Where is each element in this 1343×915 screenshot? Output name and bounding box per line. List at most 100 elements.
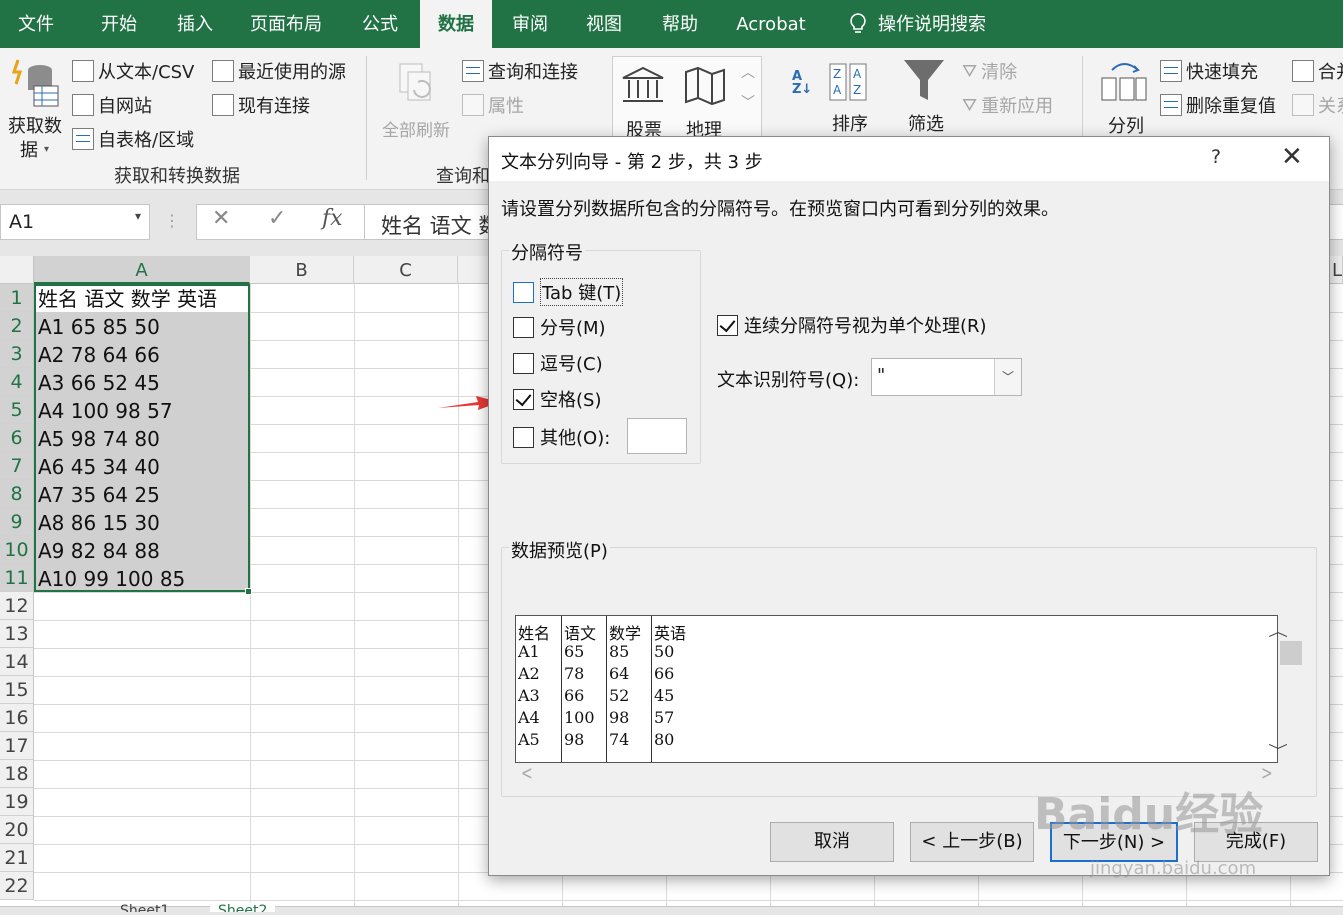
tab-delimiter-checkbox[interactable]: Tab 键(T) (513, 278, 624, 306)
name-box[interactable]: A1 ▾ (0, 204, 150, 240)
help-icon[interactable]: ? (1211, 146, 1221, 168)
row-header[interactable]: 13 (0, 620, 34, 648)
checkbox-box[interactable] (513, 352, 534, 374)
gallery-up-icon[interactable]: ︿ (736, 62, 760, 90)
tell-me-search[interactable]: 操作说明搜索 (878, 0, 1018, 48)
consolidate-button[interactable]: 合并 (1292, 58, 1343, 84)
existing-connections-button[interactable]: 现有连接 (212, 92, 310, 118)
row-header[interactable]: 5 (0, 396, 34, 424)
tab-view[interactable]: 视图 (568, 0, 640, 48)
row-header[interactable]: 2 (0, 312, 34, 340)
row-header[interactable]: 10 (0, 536, 34, 564)
text-qualifier-select[interactable]: " ﹀ (871, 358, 1022, 396)
other-delimiter-input[interactable] (627, 418, 687, 454)
row-header[interactable]: 1 (0, 284, 34, 312)
fill-handle[interactable] (245, 588, 252, 595)
tab-insert[interactable]: 插入 (158, 0, 232, 48)
checkbox-box[interactable] (513, 316, 534, 338)
checkbox-checked-icon[interactable] (513, 388, 534, 410)
row-header[interactable]: 19 (0, 788, 34, 816)
flash-fill-button[interactable]: 快速填充 (1160, 58, 1258, 84)
chevron-down-icon[interactable]: ▾ (135, 209, 141, 223)
cell[interactable]: A3 66 52 45 (38, 368, 160, 396)
tab-home[interactable]: 开始 (82, 0, 156, 48)
sort-button[interactable]: Z A A Z 排序 (826, 62, 876, 142)
cancel-icon[interactable]: ✕ (212, 206, 230, 231)
cell[interactable]: A1 65 85 50 (38, 312, 160, 340)
refresh-all-button[interactable]: 全部刷新 (378, 56, 456, 156)
scroll-left-icon[interactable]: < (521, 763, 533, 785)
cell[interactable]: A6 45 34 40 (38, 452, 160, 480)
row-header[interactable]: 6 (0, 424, 34, 452)
row-header[interactable]: 21 (0, 844, 34, 872)
column-header[interactable]: C (354, 256, 458, 284)
properties-button[interactable]: 属性 (462, 92, 524, 118)
sort-az-icon[interactable]: A Z↓ (792, 70, 812, 96)
scroll-up-icon[interactable]: ︿ (1268, 621, 1288, 641)
from-web-button[interactable]: 自网站 (72, 92, 152, 118)
back-button[interactable]: < 上一步(B) (910, 822, 1034, 862)
scroll-down-icon[interactable]: ﹀ (1268, 741, 1288, 761)
cell[interactable]: A4 100 98 57 (38, 396, 173, 424)
remove-duplicates-button[interactable]: 删除重复值 (1160, 92, 1276, 118)
filter-button[interactable]: 筛选 (902, 58, 952, 142)
sheet-tab[interactable]: Sheet1 (120, 903, 169, 912)
clear-filter-button[interactable]: ⛛ 清除 (962, 58, 1017, 84)
from-text-csv-button[interactable]: 从文本/CSV (72, 58, 194, 84)
row-header[interactable]: 9 (0, 508, 34, 536)
row-header[interactable]: 3 (0, 340, 34, 368)
row-header[interactable]: 17 (0, 732, 34, 760)
row-header[interactable]: 7 (0, 452, 34, 480)
checkbox-box[interactable] (513, 281, 534, 303)
close-icon[interactable]: ✕ (1281, 143, 1303, 171)
tab-page-layout[interactable]: 页面布局 (236, 0, 336, 48)
other-delimiter-checkbox[interactable]: 其他(O): (513, 424, 610, 450)
row-header[interactable]: 18 (0, 760, 34, 788)
row-header[interactable]: 15 (0, 676, 34, 704)
reapply-button[interactable]: ⛛ 重新应用 (962, 92, 1053, 118)
checkbox-box[interactable] (513, 426, 534, 448)
tab-review[interactable]: 审阅 (494, 0, 566, 48)
cell[interactable]: A5 98 74 80 (38, 424, 160, 452)
cell[interactable]: 姓名 语文 数学 英语 (38, 284, 217, 312)
chevron-down-icon[interactable]: ﹀ (994, 359, 1021, 395)
recent-sources-button[interactable]: 最近使用的源 (212, 58, 346, 84)
tab-acrobat[interactable]: Acrobat (722, 0, 820, 48)
tab-file[interactable]: 文件 (0, 0, 72, 48)
queries-connections-button[interactable]: 查询和连接 (462, 58, 578, 84)
cell[interactable]: A10 99 100 85 (38, 564, 185, 592)
row-header[interactable]: 12 (0, 592, 34, 620)
insert-function-icon[interactable]: fx (322, 206, 343, 231)
cell[interactable]: A8 86 15 30 (38, 508, 160, 536)
column-header[interactable]: A (34, 256, 250, 284)
vertical-scroll-thumb[interactable] (1280, 641, 1302, 665)
row-header[interactable]: 8 (0, 480, 34, 508)
row-header[interactable]: 11 (0, 564, 34, 592)
row-header[interactable]: 16 (0, 704, 34, 732)
select-all-corner[interactable] (0, 256, 34, 284)
from-table-button[interactable]: 自表格/区域 (72, 126, 194, 152)
geography-button[interactable]: 地理 (680, 66, 732, 142)
row-header[interactable]: 20 (0, 816, 34, 844)
row-header[interactable]: 22 (0, 872, 34, 900)
tab-data[interactable]: 数据 (420, 0, 492, 48)
get-data-button[interactable]: 获取数 据 ▾ (4, 54, 66, 161)
consecutive-delimiters-checkbox[interactable]: 连续分隔符号视为单个处理(R) (717, 312, 987, 338)
cell[interactable]: A7 35 64 25 (38, 480, 160, 508)
tab-formulas[interactable]: 公式 (344, 0, 416, 48)
gallery-down-icon[interactable]: ﹀ (736, 92, 760, 120)
cell[interactable]: A2 78 64 66 (38, 340, 160, 368)
semicolon-delimiter-checkbox[interactable]: 分号(M) (513, 314, 606, 340)
column-header[interactable]: B (250, 256, 354, 284)
checkbox-checked-icon[interactable] (717, 314, 738, 336)
sheet-tab-active[interactable]: Sheet2 (210, 903, 276, 912)
space-delimiter-checkbox[interactable]: 空格(S) (513, 386, 601, 412)
row-header[interactable]: 14 (0, 648, 34, 676)
row-header[interactable]: 4 (0, 368, 34, 396)
comma-delimiter-checkbox[interactable]: 逗号(C) (513, 350, 603, 376)
tab-help[interactable]: 帮助 (644, 0, 716, 48)
enter-icon[interactable]: ✓ (268, 206, 286, 231)
cell[interactable]: A9 82 84 88 (38, 536, 160, 564)
cancel-button[interactable]: 取消 (770, 822, 894, 862)
relationships-button[interactable]: 关系 (1292, 92, 1343, 118)
